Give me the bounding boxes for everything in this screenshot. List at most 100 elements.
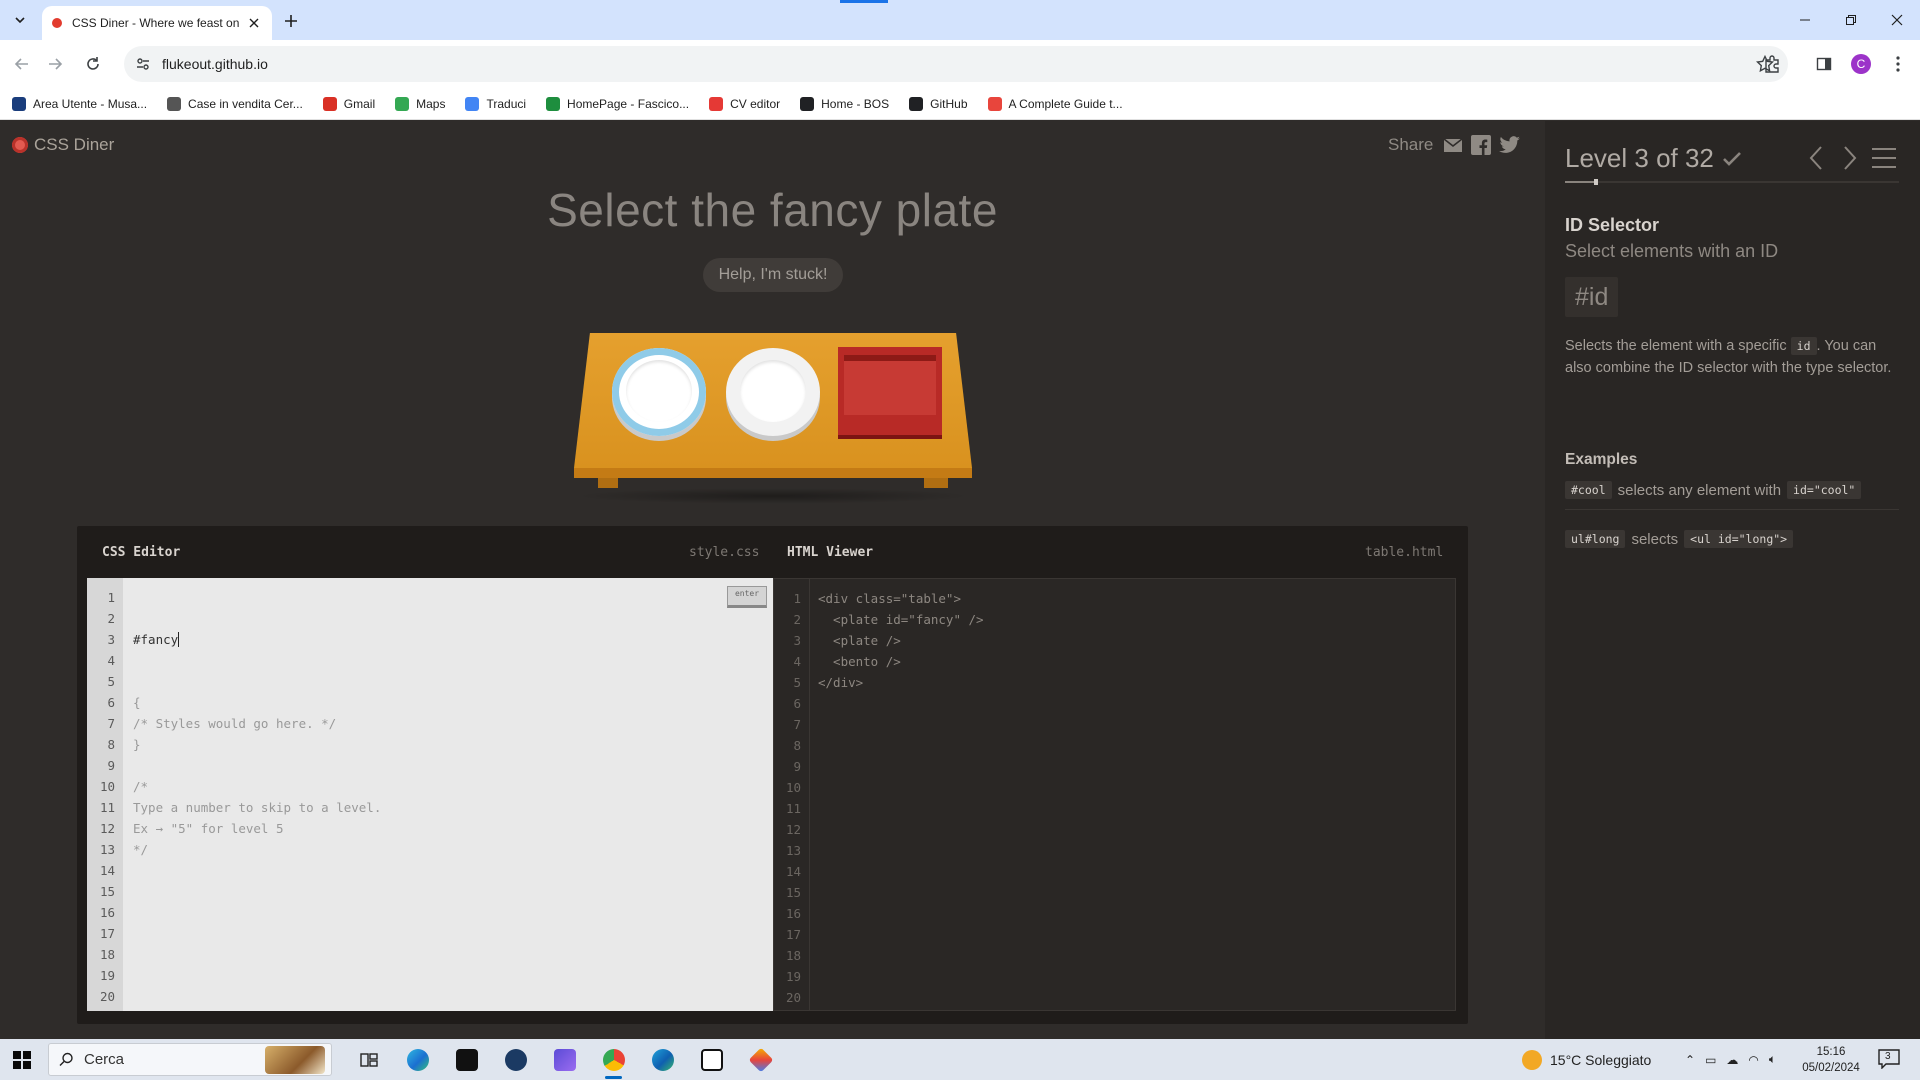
new-tab-button[interactable] [280,10,302,32]
bookmark-item[interactable]: Case in vendita Cer... [167,96,303,111]
facebook-icon[interactable] [1471,135,1492,155]
side-panel-button[interactable] [1812,52,1836,76]
line-number: 16 [99,905,115,920]
weather-widget[interactable]: 15°C Soleggiato [1522,1039,1651,1080]
back-button[interactable] [9,51,35,77]
example-code: #cool [1565,481,1612,499]
markup-line[interactable]: <bento /> [818,651,1447,672]
html-viewer-title: HTML Viewer [787,544,874,560]
pinned-app[interactable] [736,1039,785,1080]
wifi-icon[interactable]: ◠ [1748,1053,1758,1067]
taskbar-clock[interactable]: 15:16 05/02/2024 [1796,1044,1866,1076]
next-level-button[interactable] [1833,143,1867,173]
level-label: Level 3 of 32 [1565,143,1714,173]
markup-line[interactable]: <div class="table"> [818,588,1447,609]
bookmark-item[interactable]: HomePage - Fascico... [546,96,689,111]
line-number: 15 [99,884,115,899]
html-viewer: 1 2 3 4 5 6 7 8 9 10 11 12 13 14 15 16 17 18 19 20 <div cla… [773,578,1456,1011]
line-numbers: 1 2 3 4 5 6 7 8 9 10 11 12 13 14 15 16 17 18 19 20 [87,578,123,1011]
notification-center-button[interactable]: 3 [1878,1049,1900,1070]
weather-sun-icon [1522,1049,1542,1070]
share-group: Share [1388,135,1529,155]
tab-search-button[interactable] [8,8,32,32]
email-icon[interactable] [1443,137,1463,153]
line-number: 6 [107,695,115,710]
level-menu-button[interactable] [1867,143,1901,173]
windows-logo-icon [13,1050,31,1069]
bookmark-item[interactable]: Maps [395,96,445,111]
site-logo[interactable]: CSS Diner [12,135,114,155]
markup-line[interactable]: <plate id="fancy" /> [818,609,1447,630]
extensions-button[interactable] [1760,52,1784,76]
reload-button[interactable] [80,51,106,77]
pinned-app[interactable] [442,1039,491,1080]
edge-app[interactable] [393,1039,442,1080]
twitter-icon[interactable] [1499,136,1521,154]
bento-box[interactable] [838,347,942,435]
fancy-plate[interactable] [612,348,706,436]
browser-tab-active[interactable]: CSS Diner - Where we feast on [42,6,272,40]
plate[interactable] [726,348,820,436]
selector-description: Selects the element with a specific id. … [1565,335,1901,379]
css-input-line[interactable]: #fancy [133,629,765,650]
bookmark-item[interactable]: Traduci [465,96,526,111]
example-divider [1565,509,1899,510]
start-button[interactable] [0,1039,44,1080]
bookmark-favicon-icon [987,96,1002,111]
close-window-button[interactable] [1874,0,1920,40]
site-settings-icon[interactable] [136,57,150,71]
example-code: <ul id="long"> [1684,530,1794,548]
tray-chevron-icon[interactable]: ⌃ [1685,1053,1695,1067]
bookmark-item[interactable]: Home - BOS [800,96,889,111]
weather-text: 15°C Soleggiato [1550,1051,1652,1068]
steam-app[interactable] [491,1039,540,1080]
bookmark-label: CV editor [730,96,781,111]
address-bar[interactable]: flukeout.github.io [124,46,1788,82]
line-number: 5 [107,674,115,689]
tab-close-button[interactable] [246,15,262,31]
taskbar-search[interactable]: Cerca [48,1043,332,1076]
desc-text: Selects the element with a specific [1565,338,1787,354]
css-input[interactable]: #fancy [133,632,178,647]
previous-level-button[interactable] [1799,143,1833,173]
markup-line[interactable]: <plate /> [818,630,1447,651]
table-shadow [574,488,972,504]
css-file-label-wrap: style.css [689,526,759,578]
meet-now-icon[interactable]: ▭ [1705,1053,1716,1067]
help-button[interactable]: Help, I'm stuck! [703,258,843,292]
line-number: 9 [793,759,801,774]
checkmark-icon [1722,151,1741,166]
markup-line[interactable]: </div> [818,672,1447,693]
bookmark-item[interactable]: CV editor [709,96,781,111]
avatar: C [1851,54,1871,74]
arrow-right-icon [49,58,63,70]
chrome-app[interactable] [589,1039,638,1080]
notification-count: 3 [1885,1051,1891,1062]
table-edge [574,468,972,478]
profile-button[interactable]: C [1849,52,1873,76]
minimize-button[interactable] [1782,0,1828,40]
forward-button[interactable] [42,51,68,77]
enter-button[interactable]: enter [727,586,767,608]
browser-menu-button[interactable] [1886,52,1910,76]
bookmark-item[interactable]: A Complete Guide t... [987,96,1123,111]
pinned-app[interactable] [540,1039,589,1080]
volume-icon[interactable]: 🔈︎ [1769,1052,1776,1067]
onedrive-icon[interactable]: ☁ [1726,1053,1738,1067]
level-sidebar: Level 3 of 32 ID Selector Select element… [1545,121,1920,1039]
task-view-button[interactable] [344,1039,393,1080]
line-number: 17 [785,927,801,942]
notion-app[interactable] [687,1039,736,1080]
restore-button[interactable] [1828,0,1874,40]
bookmark-item[interactable]: Area Utente - Musa... [12,96,148,111]
notion-icon [700,1048,723,1071]
css-editor-title: CSS Editor [102,544,181,560]
line-number: 12 [785,822,801,837]
bookmark-item[interactable]: GitHub [909,96,968,111]
close-icon [1891,14,1903,26]
edge-beta-app[interactable] [638,1039,687,1080]
level-progress-bar [1565,179,1899,185]
bookmark-item[interactable]: Gmail [322,96,375,111]
level-header: Level 3 of 32 [1565,143,1742,174]
bookmark-label: Area Utente - Musa... [33,96,148,111]
